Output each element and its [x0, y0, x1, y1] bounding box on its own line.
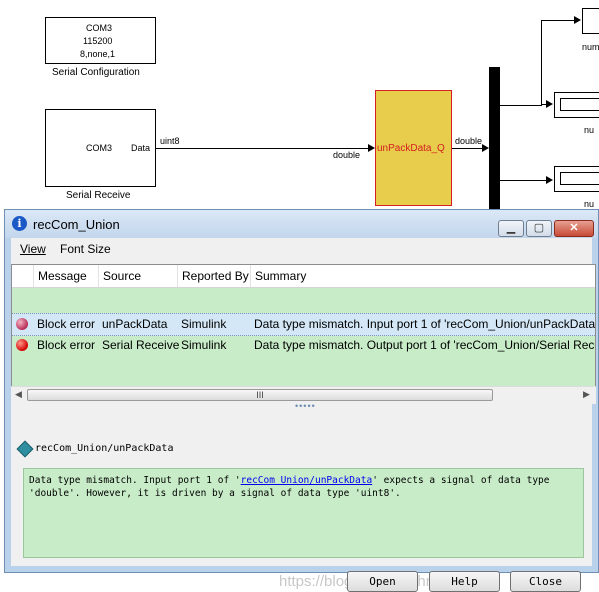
table-header: Message Source Reported By Summary [12, 265, 595, 288]
display-block-3[interactable] [554, 166, 599, 192]
display-block-2[interactable] [554, 92, 599, 118]
title-bar[interactable]: i recCom_Union ▁ ▢ ✕ [5, 210, 598, 238]
row-reported-by: Simulink [181, 338, 227, 352]
row-summary: Data type mismatch. Output port 1 of 're… [254, 338, 596, 352]
close-button[interactable]: Close [510, 571, 581, 592]
signal-arrow-out [482, 144, 489, 152]
column-summary[interactable]: Summary [251, 265, 595, 287]
serial-config-settings: 8,none,1 [80, 49, 116, 59]
output-line-1a [541, 20, 574, 21]
column-source[interactable]: Source [99, 265, 178, 287]
signal-line-double[interactable] [452, 148, 482, 149]
output-line-1 [500, 105, 542, 106]
detail-text-2: ' expects a signal of data type [372, 475, 550, 486]
row-summary: Data type mismatch. Input port 1 of 'rec… [254, 317, 596, 331]
demux-block[interactable] [489, 67, 500, 210]
output-line-2 [500, 180, 548, 181]
output-arrow-2 [546, 176, 553, 184]
signal-line-uint8[interactable] [156, 148, 368, 149]
row-reported-by: Simulink [181, 317, 227, 331]
serial-receive-block[interactable]: COM3 Data [45, 109, 156, 187]
dialog-body: View Font Size Message Source Reported B… [11, 238, 596, 592]
block-path-icon [16, 440, 34, 458]
output-arrow-1a [574, 16, 581, 24]
serial-receive-caption: Serial Receive [66, 190, 131, 201]
column-icon[interactable] [12, 265, 34, 287]
serial-receive-port: COM3 [86, 143, 113, 153]
scroll-right-icon[interactable]: ▶ [583, 389, 590, 400]
detail-text-3: 'double'. However, it is driven by a sig… [29, 488, 401, 499]
maximize-button[interactable]: ▢ [526, 220, 552, 237]
scrollbar-thumb[interactable]: III [27, 389, 493, 401]
scroll-left-icon[interactable]: ◀ [15, 389, 22, 400]
detail-path: recCom_Union/unPackData [16, 440, 174, 458]
display-block-1[interactable] [582, 8, 599, 34]
menu-bar: View Font Size [11, 238, 592, 260]
menu-view[interactable]: View [20, 242, 46, 256]
info-icon: i [12, 216, 27, 231]
menu-font-size[interactable]: Font Size [60, 242, 111, 256]
diagnostic-viewer-window: i recCom_Union ▁ ▢ ✕ View Font Size Mess… [4, 209, 599, 592]
signal-uint8-label: uint8 [160, 136, 180, 146]
row-source: Serial Receive [102, 338, 180, 352]
detail-text-1: Data type mismatch. Input port 1 of ' [29, 475, 241, 486]
unpack-data-label: unPackData_Q [377, 143, 445, 154]
pane-splitter[interactable]: ••••• [295, 401, 316, 411]
messages-table: Message Source Reported By Summary Block… [11, 264, 596, 393]
error-icon [16, 318, 28, 330]
table-row[interactable]: Block error unPackData Simulink Data typ… [12, 313, 595, 336]
serial-config-port: COM3 [86, 23, 113, 33]
table-row[interactable]: Block error Serial Receive Simulink Data… [12, 335, 595, 356]
detail-block-link[interactable]: recCom Union/unPackData [241, 475, 373, 486]
serial-config-baud: 115200 [83, 36, 113, 46]
detail-message-box: Data type mismatch. Input port 1 of 'rec… [23, 468, 584, 558]
output-arrow-1b [546, 100, 553, 108]
signal-double-out-label: double [455, 136, 483, 146]
display-label-2: nu [584, 125, 595, 135]
serial-configuration-block[interactable]: COM3 115200 8,none,1 [45, 17, 156, 64]
help-button[interactable]: Help [429, 571, 500, 592]
column-reported-by[interactable]: Reported By [178, 265, 251, 287]
row-message: Block error [37, 317, 96, 331]
row-source: unPackData [102, 317, 168, 331]
column-message[interactable]: Message [34, 265, 99, 287]
serial-configuration-caption: Serial Configuration [52, 67, 140, 78]
detail-path-text: recCom_Union/unPackData [35, 443, 174, 454]
output-vline-1 [541, 20, 542, 106]
display-label-1: num [582, 42, 599, 52]
minimize-button[interactable]: ▁ [498, 220, 524, 237]
close-window-button[interactable]: ✕ [554, 220, 594, 237]
open-button[interactable]: Open [347, 571, 418, 592]
signal-double-in-label: double [333, 150, 361, 160]
signal-arrow [368, 144, 375, 152]
serial-receive-data-port: Data [131, 143, 151, 153]
row-message: Block error [37, 338, 96, 352]
error-icon [16, 339, 28, 351]
window-title: recCom_Union [33, 217, 120, 232]
unpack-data-block[interactable]: unPackData_Q [375, 90, 452, 206]
